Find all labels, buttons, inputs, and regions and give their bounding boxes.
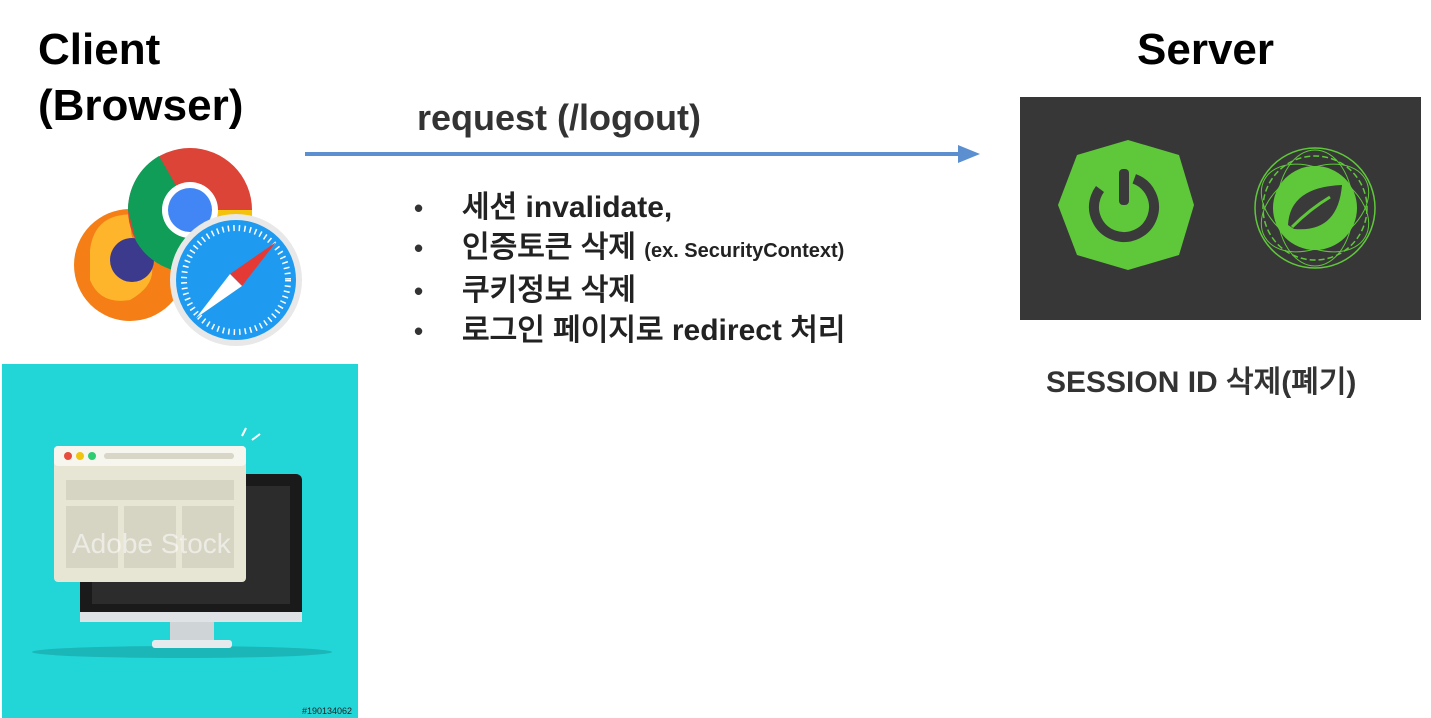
computer-illustration: Adobe Stock #190134062 [2,364,358,718]
step-item: 세션 invalidate, [412,188,845,228]
step-item: 로그인 페이지로 redirect 처리 [412,311,845,351]
client-title-line1: Client [38,25,161,74]
browser-icons [74,148,302,346]
spring-boot-icon [1058,140,1194,270]
step-note: (ex. SecurityContext) [644,240,845,262]
stock-id: #190134062 [301,706,352,716]
logout-steps-list: 세션 invalidate, 인증토큰 삭제 (ex. SecurityCont… [412,188,845,351]
safari-icon [170,214,302,346]
spring-leaf-icon [1254,147,1376,269]
client-title: Client (Browser) [38,22,243,134]
step-item: 쿠키정보 삭제 [412,271,845,311]
server-title: Server [1137,25,1275,74]
spring-logos [1058,140,1376,270]
request-arrow [305,145,980,163]
stock-watermark: Adobe Stock [72,528,231,559]
step-item: 인증토큰 삭제 (ex. SecurityContext) [412,228,845,271]
request-label: request (/logout) [417,97,701,138]
server-logos-panel [1020,97,1421,320]
session-delete-note: SESSION ID 삭제(폐기) [1046,366,1357,399]
client-title-line2: (Browser) [38,81,244,130]
